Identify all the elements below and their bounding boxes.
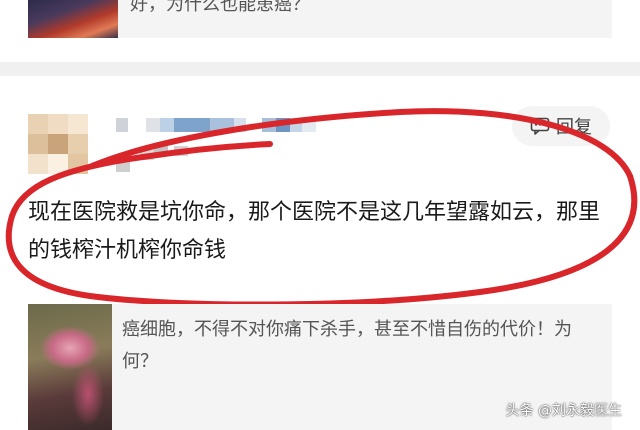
comment-item: 回复 现在医院救是坑你命，那个医院不是这几年望露如云，那里的钱榨汁机榨你命钱 癌… — [0, 76, 640, 430]
previous-article-title: 好，为什么也能患癌？ — [130, 0, 310, 15]
quoted-article-thumbnail — [28, 304, 112, 430]
avatar[interactable] — [28, 114, 88, 174]
previous-article-section: 好，为什么也能患癌？ — [0, 0, 640, 62]
reply-label: 回复 — [556, 117, 592, 138]
comment-meta-obscured — [116, 144, 196, 172]
watermark: 头条 @刘永毅医生 — [505, 403, 622, 419]
previous-article-thumbnail — [28, 0, 118, 38]
reply-button[interactable]: 回复 — [512, 106, 610, 146]
comment-bubble-icon — [530, 117, 550, 135]
previous-article-card[interactable]: 好，为什么也能患癌？ — [28, 0, 612, 38]
username-obscured[interactable] — [116, 118, 316, 132]
section-divider — [0, 62, 640, 76]
comment-text: 现在医院救是坑你命，那个医院不是这几年望露如云，那里的钱榨汁机榨你命钱 — [28, 200, 601, 263]
quoted-article-title: 癌细胞，不得不对你痛下杀手，甚至不惜自伤的代价！为何？ — [122, 319, 572, 372]
